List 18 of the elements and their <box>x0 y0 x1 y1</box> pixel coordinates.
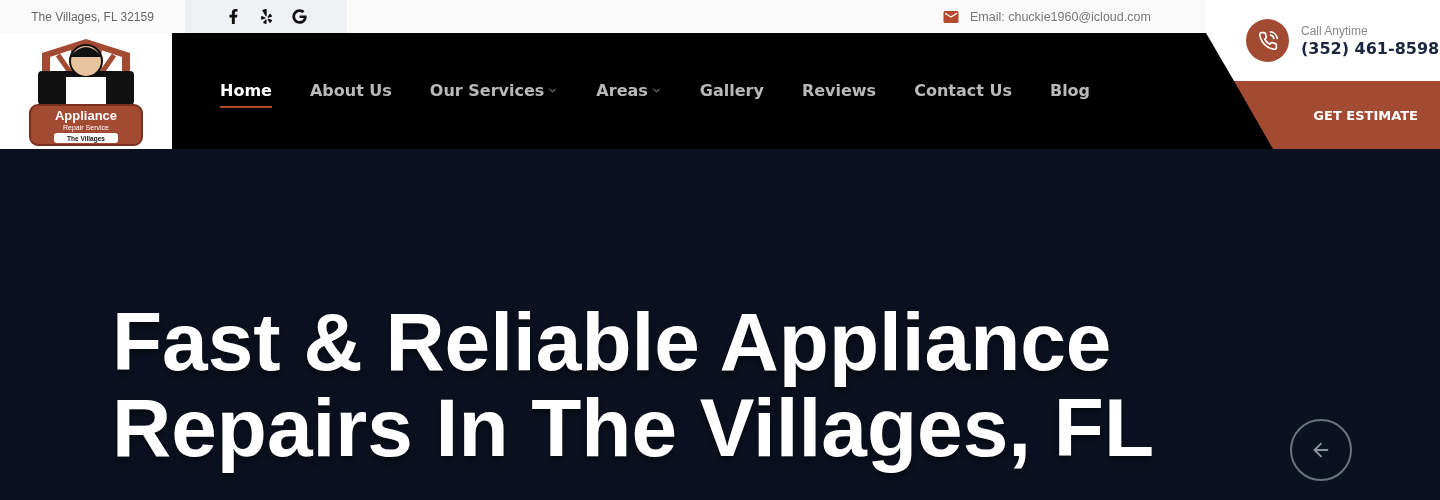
previous-slide-button[interactable] <box>1290 419 1352 481</box>
phone-icon <box>1246 19 1289 62</box>
call-label: Call Anytime <box>1301 23 1369 38</box>
google-icon[interactable] <box>291 9 307 24</box>
nav-link[interactable]: About Us <box>309 74 392 108</box>
email-text[interactable]: Email: chuckie1960@icloud.com <box>970 9 1151 24</box>
nav-link[interactable]: Areas <box>596 74 662 108</box>
nav-link[interactable]: Contact Us <box>914 74 1012 108</box>
phone-number[interactable]: (352) 461-8598 <box>1301 38 1440 58</box>
nav-link[interactable]: Our Services <box>429 74 559 108</box>
nav-link[interactable]: Home <box>220 74 272 108</box>
nav-link[interactable]: Gallery <box>699 74 764 108</box>
nav-link[interactable]: Reviews <box>801 74 877 108</box>
logo-title: Appliance <box>54 108 118 123</box>
hero-heading: Fast & Reliable Appliance Repairs In The Villages, FL <box>112 299 1155 471</box>
address-text: The Villages, FL 32159 <box>30 9 155 24</box>
yelp-icon[interactable] <box>258 9 274 24</box>
nav-link[interactable]: Blog <box>1049 74 1091 108</box>
